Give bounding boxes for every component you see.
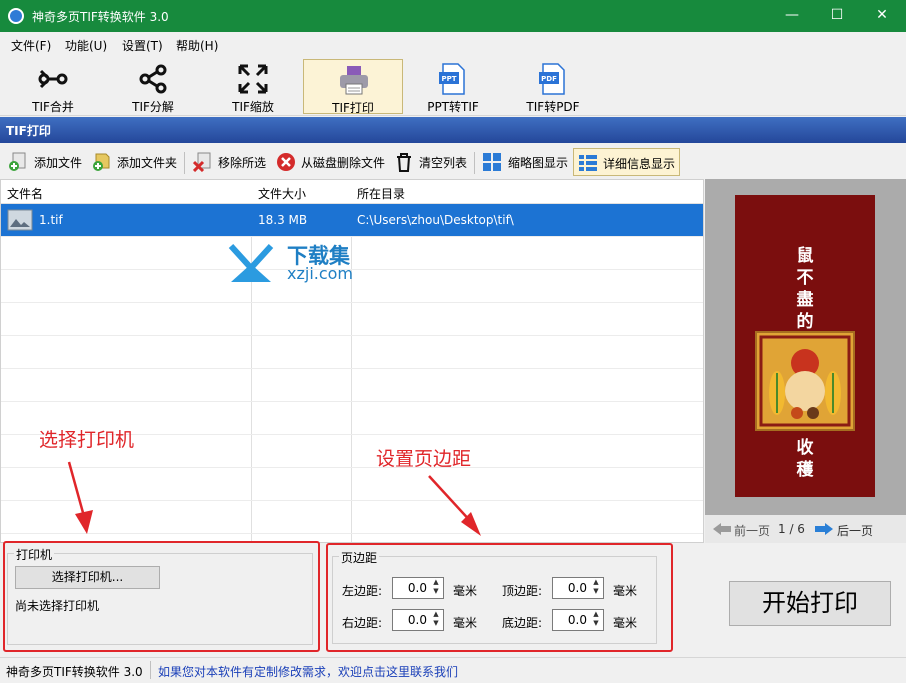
menu-bar: 文件(F) 功能(U) 设置(T) 帮助(H) [0, 32, 906, 56]
menu-settings[interactable]: 设置(T) [122, 37, 163, 54]
tab-tif-to-pdf[interactable]: PDF TIF转PDF [503, 59, 603, 114]
add-file-icon [9, 152, 26, 171]
cell-directory: C:\Users\zhou\Desktop\tif\ [357, 213, 514, 227]
empty-row [1, 501, 703, 534]
separator [184, 152, 185, 174]
window-title: 神奇多页TIF转换软件 3.0 [32, 10, 169, 24]
tab-tif-print[interactable]: TIF打印 [303, 59, 403, 115]
split-icon [139, 64, 167, 94]
table-row[interactable]: 1.tif 18.3 MB C:\Users\zhou\Desktop\tif\ [1, 204, 703, 237]
preview-bottom-text: 收穫 [796, 438, 814, 480]
remove-selected-label: 移除所选 [218, 156, 267, 170]
list-header: 文件名 文件大小 所在目录 [1, 180, 703, 204]
empty-row [1, 369, 703, 402]
detail-view-button[interactable]: 详细信息显示 [573, 148, 680, 176]
header-directory[interactable]: 所在目录 [357, 185, 405, 202]
tab-label: TIF打印 [332, 101, 374, 115]
section-title: TIF打印 [6, 124, 51, 138]
svg-text:PPT: PPT [441, 75, 456, 83]
separator [474, 152, 475, 174]
file-toolbar: 添加文件 添加文件夹 移除所选 从磁盘删除文件 清空列表 缩略图显示 详细信息显… [0, 144, 906, 179]
add-folder-button[interactable]: 添加文件夹 [88, 148, 182, 176]
cell-filesize: 18.3 MB [258, 213, 308, 227]
resize-icon [238, 64, 268, 94]
add-file-label: 添加文件 [34, 156, 83, 170]
clear-list-button[interactable]: 清空列表 [390, 148, 472, 176]
empty-row [1, 468, 703, 501]
remove-file-icon [193, 152, 211, 172]
annotation-select-printer: 选择打印机 [39, 429, 135, 451]
annotation-highlight-margins [326, 543, 673, 652]
clear-list-label: 清空列表 [419, 156, 468, 170]
watermark-logo [228, 243, 274, 282]
section-header: TIF打印 [0, 117, 906, 143]
minimize-button[interactable]: — [769, 0, 815, 32]
grid-view-icon [483, 153, 501, 171]
thumbnail-view-button[interactable]: 缩略图显示 [478, 148, 572, 176]
merge-icon [38, 69, 68, 89]
start-print-button[interactable]: 开始打印 [729, 581, 891, 626]
printer-icon [340, 66, 368, 95]
detail-view-label: 详细信息显示 [603, 157, 676, 171]
prev-arrow-icon[interactable] [713, 523, 731, 535]
watermark-site: xzji.com [287, 264, 354, 283]
prev-page-button[interactable]: 前一页 [734, 522, 770, 539]
next-arrow-icon[interactable] [815, 523, 833, 535]
tab-tif-merge[interactable]: TIF合并 [3, 59, 103, 114]
cell-filename: 1.tif [39, 213, 63, 227]
delete-from-disk-label: 从磁盘删除文件 [301, 156, 386, 170]
status-app-name: 神奇多页TIF转换软件 3.0 [6, 665, 143, 679]
title-bar: 神奇多页TIF转换软件 3.0 — ☐ ✕ [0, 0, 906, 32]
status-bar: 神奇多页TIF转换软件 3.0 如果您对本软件有定制修改需求，欢迎点击这里联系我… [0, 657, 906, 683]
svg-text:PDF: PDF [541, 75, 557, 83]
close-button[interactable]: ✕ [859, 0, 905, 32]
preview-top-text: 鼠不盡的 [796, 246, 814, 332]
tab-label: PPT转TIF [427, 100, 479, 114]
image-file-icon [7, 209, 33, 231]
annotation-highlight-printer [3, 541, 320, 652]
header-filename[interactable]: 文件名 [7, 185, 43, 202]
header-filesize[interactable]: 文件大小 [258, 185, 306, 202]
file-list[interactable]: 文件名 文件大小 所在目录 1.tif 18.3 MB C:\Users\zho… [0, 179, 704, 543]
delete-from-disk-button[interactable]: 从磁盘删除文件 [272, 148, 388, 176]
preview-artwork [755, 331, 855, 431]
tab-label: TIF合并 [32, 100, 74, 114]
preview-image: 鼠不盡的 收穫 [735, 195, 875, 497]
artwork-illustration [757, 333, 853, 429]
tab-tif-resize[interactable]: TIF缩放 [203, 59, 303, 114]
tab-tif-split[interactable]: TIF分解 [103, 59, 203, 114]
add-file-button[interactable]: 添加文件 [4, 148, 86, 176]
pdf-file-icon: PDF [539, 63, 565, 95]
tab-label: TIF分解 [132, 100, 174, 114]
thumbnail-view-label: 缩略图显示 [508, 156, 569, 170]
annotation-set-margins: 设置页边距 [376, 448, 472, 470]
next-page-button[interactable]: 后一页 [837, 522, 873, 539]
remove-selected-button[interactable]: 移除所选 [189, 148, 271, 176]
menu-file[interactable]: 文件(F) [11, 37, 51, 54]
empty-row [1, 336, 703, 369]
page-indicator: 1 / 6 [778, 522, 805, 536]
add-folder-label: 添加文件夹 [117, 156, 178, 170]
main-toolbar: TIF合并 TIF分解 TIF缩放 TIF打印 PPT PPT转TIF PDF … [0, 56, 906, 116]
tab-ppt-to-tif[interactable]: PPT PPT转TIF [403, 59, 503, 114]
tab-label: TIF缩放 [232, 100, 274, 114]
add-folder-icon [93, 153, 110, 171]
empty-row [1, 303, 703, 336]
app-icon [8, 8, 24, 24]
separator [150, 661, 151, 679]
tab-label: TIF转PDF [526, 100, 580, 114]
trash-icon [397, 153, 411, 172]
list-view-icon [579, 155, 597, 171]
annotation-arrow [67, 461, 93, 534]
delete-icon [277, 153, 295, 171]
ppt-file-icon: PPT [439, 63, 465, 95]
menu-function[interactable]: 功能(U) [65, 37, 107, 54]
annotation-arrow [428, 475, 481, 536]
page-navigator: 前一页 1 / 6 后一页 [705, 515, 906, 543]
contact-link[interactable]: 如果您对本软件有定制修改需求，欢迎点击这里联系我们 [158, 663, 458, 680]
maximize-button[interactable]: ☐ [814, 0, 860, 32]
menu-help[interactable]: 帮助(H) [176, 37, 218, 54]
